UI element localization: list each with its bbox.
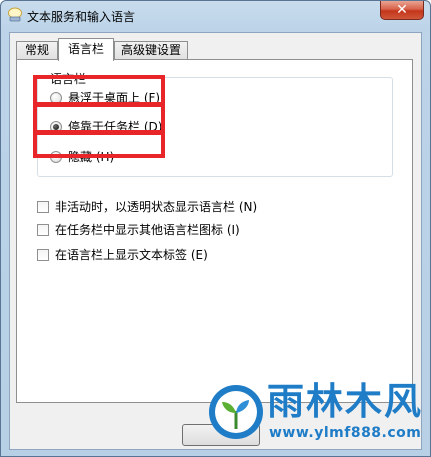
highlight-box xyxy=(33,75,165,106)
tab-advanced-label: 高级键设置 xyxy=(120,43,181,57)
dialog-window: 文本服务和输入语言 ✕ 常规 语言栏 高级键设置 语言栏 悬浮于桌面上 (F) xyxy=(0,0,431,457)
close-button[interactable]: ✕ xyxy=(380,1,424,20)
watermark-url: www.ylmf888.com xyxy=(269,425,422,441)
watermark: 雨林木风 www.ylmf888.com xyxy=(207,381,421,449)
tab-general-label: 常规 xyxy=(24,43,49,57)
language-bar-icon xyxy=(8,7,22,22)
checkbox[interactable] xyxy=(37,224,49,236)
checkbox-label: 在任务栏中显示其他语言栏图标 (I) xyxy=(55,223,240,237)
highlight-box xyxy=(33,131,165,158)
checkbox-label: 非活动时，以透明状态显示语言栏 (N) xyxy=(55,200,258,214)
close-icon: ✕ xyxy=(396,2,408,18)
watermark-title: 雨林木风 xyxy=(267,380,423,423)
tab-advanced-key-settings[interactable]: 高级键设置 xyxy=(114,41,188,60)
checkbox-label: 在语言栏上显示文本标签 (E) xyxy=(55,248,208,262)
tab-language-bar-label: 语言栏 xyxy=(67,42,104,56)
highlight-box xyxy=(33,103,165,134)
tab-language-bar[interactable]: 语言栏 xyxy=(58,38,114,61)
checkbox[interactable] xyxy=(37,201,49,213)
title-bar[interactable]: 文本服务和输入语言 ✕ xyxy=(1,1,430,31)
tab-general[interactable]: 常规 xyxy=(16,41,58,60)
checkbox[interactable] xyxy=(37,249,49,261)
watermark-logo-icon xyxy=(209,385,263,439)
window-title: 文本服务和输入语言 xyxy=(27,10,136,24)
